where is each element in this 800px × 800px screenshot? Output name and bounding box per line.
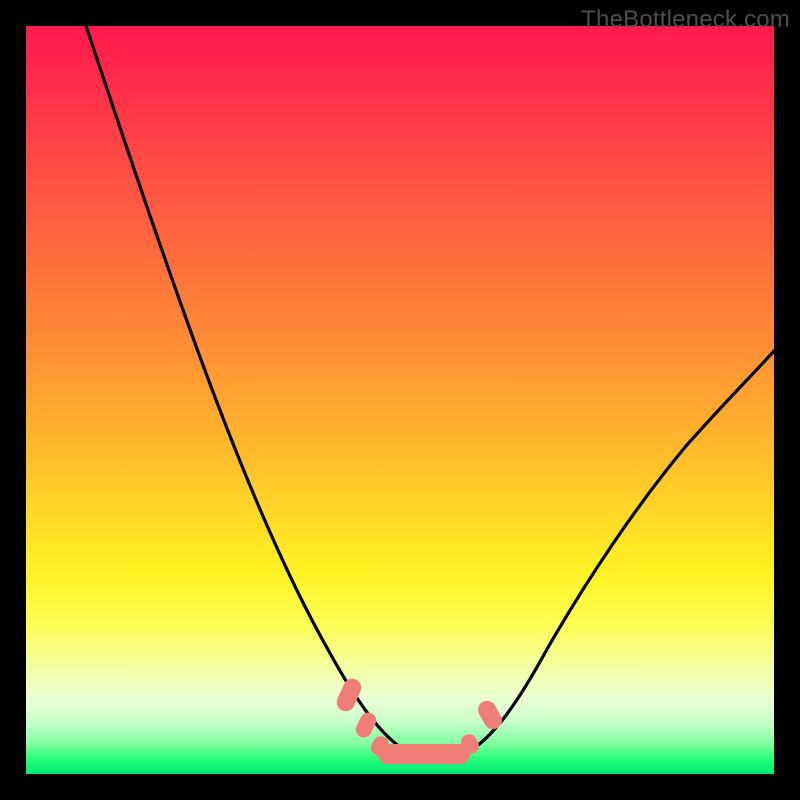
curve-layer xyxy=(26,26,774,774)
trough-highlight xyxy=(368,731,482,764)
left-mark-upper xyxy=(334,676,364,714)
right-mark xyxy=(475,698,506,733)
chart-stage: TheBottleneck.com xyxy=(0,0,800,800)
watermark-text: TheBottleneck.com xyxy=(581,6,790,34)
bottleneck-curve xyxy=(86,26,774,760)
plot-area xyxy=(26,26,774,774)
